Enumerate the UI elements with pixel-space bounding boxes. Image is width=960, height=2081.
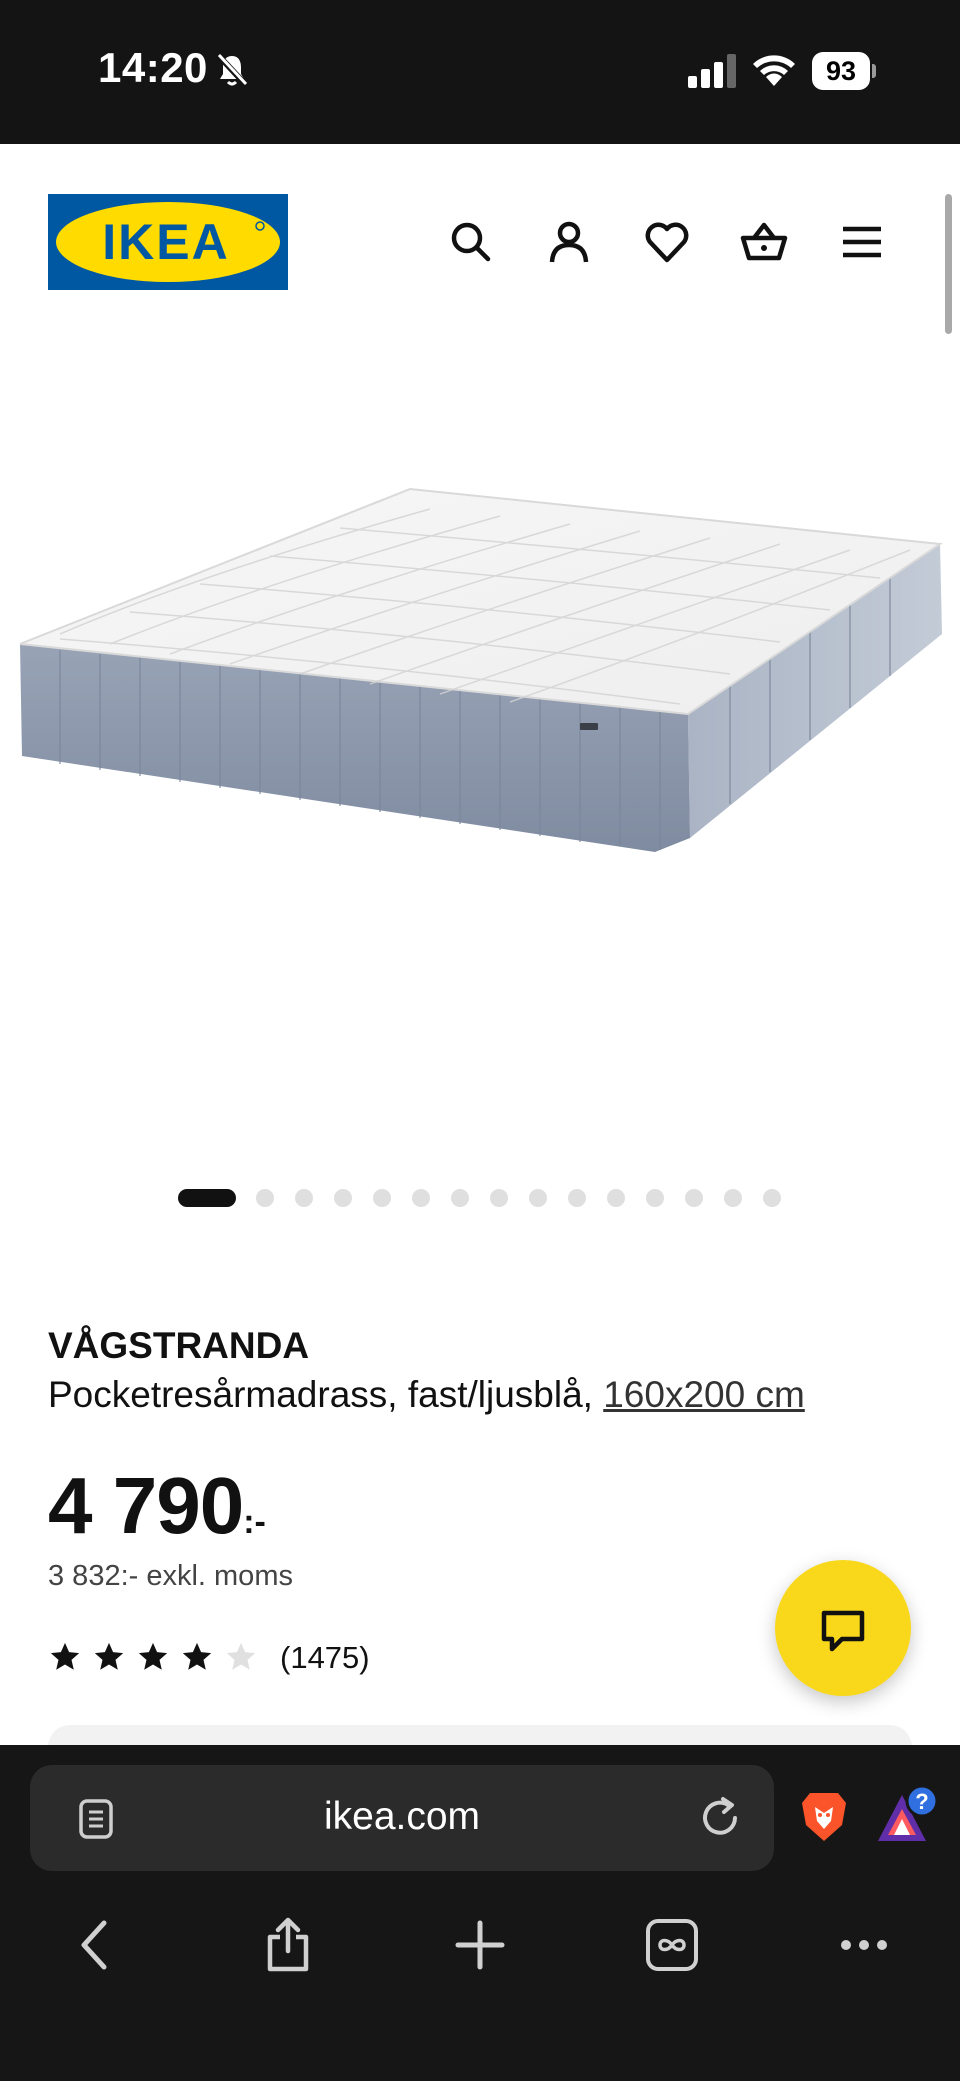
brave-rewards-icon[interactable]: ? — [872, 1785, 940, 1847]
carousel-dot[interactable] — [451, 1189, 469, 1207]
star-filled-icon — [50, 1642, 80, 1670]
star-filled-icon — [138, 1642, 168, 1670]
carousel-dot[interactable] — [334, 1189, 352, 1207]
price-excl-vat: 3 832:- exkl. moms — [48, 1560, 293, 1592]
product-size-link[interactable]: 160x200 cm — [603, 1374, 805, 1415]
product-image-mattress[interactable] — [0, 344, 960, 1144]
ikea-logo-text: IKEA — [102, 214, 229, 270]
carousel-dot[interactable] — [412, 1189, 430, 1207]
star-filled-icon — [94, 1642, 124, 1670]
carousel-dot[interactable] — [256, 1189, 274, 1207]
new-tab-icon[interactable] — [452, 1917, 508, 1973]
carousel-dot[interactable] — [529, 1189, 547, 1207]
address-bar[interactable]: ikea.com — [30, 1765, 774, 1871]
product-price: 4 790:- — [48, 1460, 266, 1552]
tabs-icon[interactable] — [644, 1917, 700, 1973]
image-carousel-dots[interactable] — [0, 1185, 960, 1209]
site-header: IKEA — [0, 144, 960, 344]
more-options-icon[interactable] — [836, 1917, 892, 1973]
account-icon[interactable] — [545, 218, 593, 266]
menu-icon[interactable] — [838, 218, 886, 266]
price-integer: 4 790 — [48, 1461, 244, 1550]
cellular-signal-icon — [688, 54, 736, 88]
carousel-dot[interactable] — [178, 1189, 236, 1207]
page-scrollbar[interactable] — [945, 194, 952, 334]
back-icon[interactable] — [68, 1917, 124, 1973]
battery-indicator: 93 — [812, 52, 876, 90]
chat-bubble-icon — [821, 1610, 865, 1652]
reload-icon[interactable] — [697, 1795, 743, 1841]
chat-button[interactable] — [775, 1560, 911, 1696]
carousel-dot[interactable] — [607, 1189, 625, 1207]
carousel-dot[interactable] — [490, 1189, 508, 1207]
carousel-dot[interactable] — [646, 1189, 664, 1207]
review-count[interactable]: (1475) — [280, 1640, 370, 1676]
bell-muted-icon — [215, 52, 249, 88]
price-suffix: :- — [243, 1503, 266, 1541]
carousel-dot[interactable] — [724, 1189, 742, 1207]
carousel-dot[interactable] — [568, 1189, 586, 1207]
carousel-dot[interactable] — [373, 1189, 391, 1207]
product-description: Pocketresårmadrass, fast/ljusblå, 160x20… — [48, 1374, 805, 1416]
star-filled-icon — [182, 1642, 212, 1670]
share-icon[interactable] — [260, 1917, 316, 1973]
product-description-text: Pocketresårmadrass, fast/ljusblå, — [48, 1374, 593, 1415]
search-icon[interactable] — [447, 218, 495, 266]
battery-level: 93 — [812, 52, 870, 90]
star-empty-icon — [226, 1642, 256, 1670]
brave-shields-icon[interactable] — [800, 1789, 848, 1843]
status-bar: 14:20 93 — [0, 0, 960, 144]
status-time: 14:20 — [98, 44, 208, 91]
carousel-dot[interactable] — [763, 1189, 781, 1207]
wifi-icon — [753, 55, 795, 86]
ikea-logo[interactable]: IKEA — [48, 194, 288, 290]
carousel-dot[interactable] — [685, 1189, 703, 1207]
basket-icon[interactable] — [740, 218, 788, 266]
browser-toolbar: ikea.com ? — [0, 1745, 960, 2081]
product-name: VÅGSTRANDA — [48, 1325, 310, 1366]
heart-icon[interactable] — [643, 218, 691, 266]
carousel-dot[interactable] — [295, 1189, 313, 1207]
svg-text:?: ? — [915, 1789, 928, 1814]
url-text[interactable]: ikea.com — [30, 1795, 774, 1839]
product-rating[interactable]: (1475) — [48, 1640, 388, 1680]
battery-tip — [872, 64, 876, 78]
